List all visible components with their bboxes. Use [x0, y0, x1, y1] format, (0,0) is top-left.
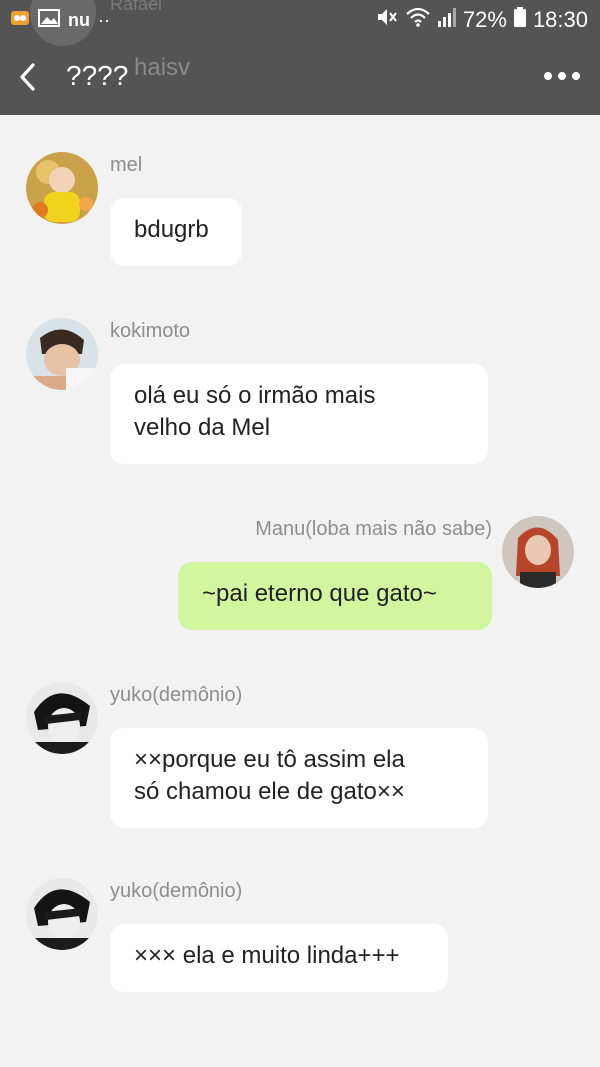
message-bubble[interactable]: ××porque eu tô assim ela só chamou ele d… — [110, 728, 488, 828]
message-bubble[interactable]: olá eu só o irmão mais velho da Mel — [110, 364, 488, 464]
more-notifications-dots: ·· — [98, 10, 110, 30]
message-item: yuko(demônio) ××porque eu tô assim ela s… — [0, 680, 600, 830]
message-bubble[interactable]: ~pai eterno que gato~ — [178, 562, 492, 630]
message-item: kokimoto olá eu só o irmão mais velho da… — [0, 316, 600, 466]
status-bar: nu ·· 72% 18:30 — [0, 0, 600, 42]
avatar-yuko[interactable] — [26, 682, 98, 754]
more-dots-icon — [544, 72, 580, 80]
avatar-mel[interactable] — [26, 152, 98, 224]
avatar-manu[interactable] — [502, 516, 574, 588]
message-bubble[interactable]: bdugrb — [110, 198, 242, 266]
message-author: yuko(demônio) — [110, 684, 243, 706]
message-item: yuko(demônio) ××× ela e muito linda+++ — [0, 876, 600, 996]
more-options-button[interactable] — [542, 66, 582, 86]
wifi-icon — [405, 6, 431, 34]
battery-percent: 72% — [462, 7, 507, 32]
battery-icon — [513, 6, 527, 34]
top-bar: Rafael haisv nu ·· 72% 18:30 ???? — [0, 0, 600, 115]
chevron-left-icon — [20, 63, 35, 91]
carrier-label: nu — [68, 10, 90, 30]
message-author: mel — [110, 154, 143, 176]
app-notification-icon — [10, 8, 30, 33]
message-author: kokimoto — [110, 320, 191, 342]
avatar-kokimoto[interactable] — [26, 318, 98, 390]
gallery-icon — [38, 8, 60, 33]
clock: 18:30 — [532, 7, 588, 32]
mute-icon — [375, 6, 399, 34]
message-item-mine: Manu(loba mais não sabe) ~pai eterno que… — [0, 514, 600, 634]
message-bubble[interactable]: ××× ela e muito linda+++ — [110, 924, 448, 992]
chat-title: ???? — [66, 60, 129, 91]
message-author: Manu(loba mais não sabe) — [255, 518, 492, 540]
back-button[interactable] — [14, 60, 44, 94]
background-subtitle: haisv — [134, 54, 191, 81]
message-author: yuko(demônio) — [110, 880, 243, 902]
signal-icon — [437, 6, 457, 34]
avatar-yuko[interactable] — [26, 878, 98, 950]
message-item: mel bdugrb — [0, 150, 600, 270]
